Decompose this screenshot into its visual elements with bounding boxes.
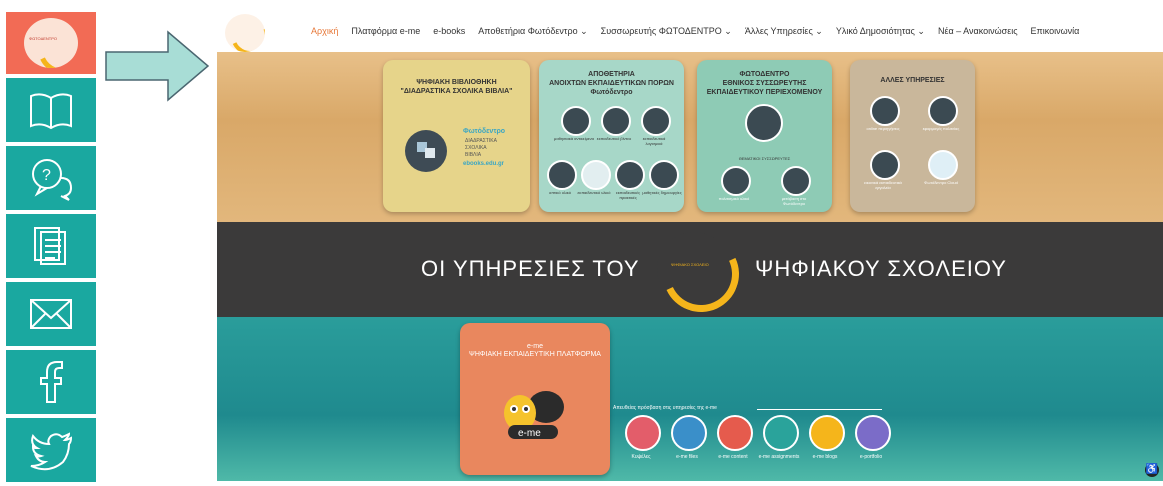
pointer-arrow-icon bbox=[104, 30, 210, 107]
eme-divider bbox=[757, 409, 882, 410]
software-label: εκπαιδευτικά λογισμικά bbox=[642, 136, 666, 146]
beach-hero-section: ΨΗΦΙΑΚΗ ΒΙΒΛΙΟΘΗΚΗ "ΔΙΑΔΡΑΣΤΙΚΑ ΣΧΟΛΙΚΑ … bbox=[217, 52, 1163, 222]
aggregator-card-title: ΦΩΤΟΔΕΝΤΡΟ ΕΘΝΙΚΟΣ ΣΥΣΣΩΡΕΥΤΗΣ ΕΚΠΑΙΔΕΥΤ… bbox=[706, 71, 823, 96]
cultural-material-label: πολιτισμικό υλικό bbox=[718, 196, 750, 201]
menu-item-publicity[interactable]: Υλικό Δημοσιότητας ⌄ bbox=[836, 26, 925, 37]
photodentro-logo[interactable]: ΦΩΤΟΔΕΝΤΡΟ bbox=[6, 12, 96, 74]
menu-item-aggregator[interactable]: Συσσωρευτής ΦΩΤΟΔΕΝΤΡΟ ⌄ bbox=[601, 26, 732, 37]
educational-material-icon[interactable] bbox=[581, 160, 611, 190]
visual-material-icon[interactable] bbox=[547, 160, 577, 190]
site-logo[interactable] bbox=[225, 14, 265, 52]
eme-blogs-icon[interactable] bbox=[809, 415, 845, 451]
ebooks-card[interactable]: ΨΗΦΙΑΚΗ ΒΙΒΛΙΟΘΗΚΗ "ΔΙΑΔΡΑΣΤΙΚΑ ΣΧΟΛΙΚΑ … bbox=[383, 60, 530, 212]
cultural-material-icon[interactable] bbox=[721, 166, 751, 196]
cloud-icon[interactable] bbox=[928, 150, 958, 180]
ebooks-sub1: ΔΙΑΔΡΑΣΤΙΚΑ bbox=[465, 138, 497, 144]
eme-files-icon[interactable] bbox=[671, 415, 707, 451]
menu-item-ebooks[interactable]: e-books bbox=[433, 26, 465, 37]
video-icon[interactable] bbox=[601, 106, 631, 136]
ebooks-sub3: ΒΙΒΛΙΑ bbox=[465, 152, 482, 158]
cloud-label: Φωτόδεντρο Cloud bbox=[924, 180, 958, 185]
twitter-icon[interactable] bbox=[6, 418, 96, 482]
ebooks-brand: Φωτόδεντρο bbox=[463, 128, 506, 135]
facebook-icon[interactable] bbox=[6, 350, 96, 414]
learning-objects-icon[interactable] bbox=[561, 106, 591, 136]
video-label: εκπαιδευτικό βίντεο bbox=[596, 136, 632, 141]
online-tours-label: online περιηγήσεις bbox=[866, 126, 900, 131]
photodentro-transfer-icon[interactable] bbox=[781, 166, 811, 196]
other-services-card[interactable]: ΑΛΛΕΣ ΥΠΗΡΕΣΙΕΣ online περιηγήσεις εφαρμ… bbox=[850, 60, 975, 212]
virtual-tools-icon[interactable] bbox=[870, 150, 900, 180]
accessibility-icon[interactable]: ♿ bbox=[1145, 463, 1159, 477]
eportfolio-label: e-portfolio bbox=[859, 454, 883, 460]
eme-title: ΨΗΦΙΑΚΗ ΕΚΠΑΙΔΕΥΤΙΚΗ ΠΛΑΤΦΟΡΜΑ bbox=[469, 351, 601, 358]
kypseles-icon[interactable] bbox=[625, 415, 661, 451]
menu-item-repositories[interactable]: Αποθετήρια Φωτόδεντρο ⌄ bbox=[478, 26, 587, 37]
digital-school-logo: ΨΗΦΙΑΚΟ ΣΧΟΛΕΙΟ bbox=[652, 225, 750, 323]
website-screenshot: Αρχική Πλατφόρμα e-me e-books Αποθετήρια… bbox=[217, 12, 1163, 481]
menu-item-home[interactable]: Αρχική bbox=[311, 26, 338, 37]
menu-item-contact[interactable]: Επικοινωνία bbox=[1031, 26, 1080, 37]
aggregator-sub-title: ΘΕΜΑΤΙΚΟΙ ΣΥΣΣΩΡΕΥΤΕΣ bbox=[738, 156, 791, 161]
student-creations-icon[interactable] bbox=[649, 160, 679, 190]
services-banner: ΟΙ ΥΠΗΡΕΣΙΕΣ ΤΟΥ ΨΗΦΙΑΚΟ ΣΧΟΛΕΙΟ ΨΗΦΙΑΚΟ… bbox=[217, 222, 1163, 323]
eme-content-label: e-me content bbox=[718, 454, 748, 460]
menu-item-news[interactable]: Νέα – Ανακοινώσεις bbox=[938, 26, 1018, 37]
eme-bee-logo: e-me bbox=[504, 391, 564, 439]
eme-direct-access-label: Απευθείας πρόσβαση στις υπηρεσίες της e-… bbox=[613, 405, 717, 411]
banner-title-right: ΨΗΦΙΑΚΟΥ ΣΧΟΛΕΙΟΥ bbox=[755, 256, 1007, 281]
eme-platform-card[interactable]: e-me ΨΗΦΙΑΚΗ ΕΚΠΑΙΔΕΥΤΙΚΗ ΠΛΑΤΦΟΡΜΑ e-me bbox=[460, 323, 610, 475]
photodentro-moon-logo: ΦΩΤΟΔΕΝΤΡΟ bbox=[24, 18, 78, 68]
sea-section: e-me ΨΗΦΙΑΚΗ ΕΚΠΑΙΔΕΥΤΙΚΗ ΠΛΑΤΦΟΡΜΑ e-me… bbox=[217, 317, 1163, 481]
aggregator-main-icon[interactable] bbox=[745, 104, 783, 142]
kypseles-label: Κυψέλες bbox=[631, 454, 651, 460]
ebooks-url[interactable]: ebooks.edu.gr bbox=[463, 161, 504, 167]
menu-item-other-services[interactable]: Άλλες Υπηρεσίες ⌄ bbox=[745, 26, 823, 37]
state-apps-label: εφαρμογές πολιτείας bbox=[922, 126, 960, 131]
main-menu: Αρχική Πλατφόρμα e-me e-books Αποθετήρια… bbox=[311, 26, 1092, 37]
ebooks-logo bbox=[405, 130, 447, 172]
svg-text:?: ? bbox=[42, 167, 51, 184]
virtual-tools-label: εικονικά εκπαιδευτικά εργαλεία bbox=[864, 180, 902, 190]
repositories-card[interactable]: ΑΠΟΘΕΤΗΡΙΑ ΑΝΟΙΧΤΩΝ ΕΚΠΑΙΔΕΥΤΙΚΩΝ ΠΟΡΩΝ … bbox=[539, 60, 684, 212]
document-icon[interactable] bbox=[6, 214, 96, 278]
aggregator-card[interactable]: ΦΩΤΟΔΕΝΤΡΟ ΕΘΝΙΚΟΣ ΣΥΣΣΩΡΕΥΤΗΣ ΕΚΠΑΙΔΕΥΤ… bbox=[697, 60, 832, 212]
eportfolio-icon[interactable] bbox=[855, 415, 891, 451]
ebooks-card-title: ΨΗΦΙΑΚΗ ΒΙΒΛΙΟΘΗΚΗ "ΔΙΑΔΡΑΣΤΙΚΑ ΣΧΟΛΙΚΑ … bbox=[400, 79, 513, 95]
online-tours-icon[interactable] bbox=[870, 96, 900, 126]
banner-title-left: ΟΙ ΥΠΗΡΕΣΙΕΣ ΤΟΥ bbox=[421, 256, 640, 281]
ebooks-sub2: ΣΧΟΛΙΚΑ bbox=[465, 145, 487, 151]
top-navigation: Αρχική Πλατφόρμα e-me e-books Αποθετήρια… bbox=[217, 12, 1163, 52]
eme-assignments-icon[interactable] bbox=[763, 415, 799, 451]
state-apps-icon[interactable] bbox=[928, 96, 958, 126]
eme-logo-text: e-me bbox=[518, 428, 541, 439]
eme-title-top: e-me bbox=[527, 343, 543, 350]
student-creations-label: μαθητικές δημιουργίες bbox=[642, 190, 682, 195]
other-services-card-title: ΑΛΛΕΣ ΥΠΗΡΕΣΙΕΣ bbox=[880, 77, 945, 84]
eme-files-label: e-me files bbox=[676, 454, 698, 460]
help-chat-icon[interactable]: ? bbox=[6, 146, 96, 210]
eme-blogs-label: e-me blogs bbox=[812, 454, 838, 460]
open-book-icon[interactable] bbox=[6, 78, 96, 142]
practices-icon[interactable] bbox=[615, 160, 645, 190]
eme-content-icon[interactable] bbox=[717, 415, 753, 451]
mail-icon[interactable] bbox=[6, 282, 96, 346]
social-sidebar: ΦΩΤΟΔΕΝΤΡΟ ? bbox=[6, 12, 96, 486]
menu-item-eme[interactable]: Πλατφόρμα e-me bbox=[351, 26, 420, 37]
photodentro-transfer-label: μετάβαση στο Φωτόδεντρο bbox=[781, 196, 807, 206]
repositories-card-title: ΑΠΟΘΕΤΗΡΙΑ ΑΝΟΙΧΤΩΝ ΕΚΠΑΙΔΕΥΤΙΚΩΝ ΠΟΡΩΝ … bbox=[549, 71, 674, 96]
software-icon[interactable] bbox=[641, 106, 671, 136]
learning-objects-label: μαθησιακά αντικείμενα bbox=[554, 136, 594, 141]
eme-assignments-label: e-me assignments bbox=[758, 454, 800, 460]
